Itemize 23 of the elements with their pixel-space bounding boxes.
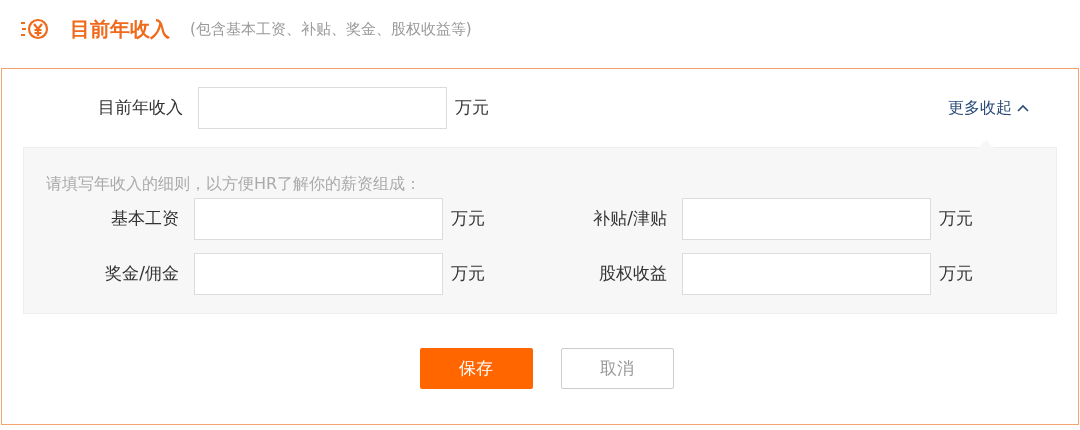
input-field[interactable]	[194, 253, 443, 295]
input-field[interactable]	[682, 253, 931, 295]
input-field[interactable]	[194, 198, 443, 240]
unit-label: 万元	[451, 262, 485, 286]
field-label: 补贴/津贴	[592, 207, 667, 231]
field-label: 基本工资	[110, 207, 179, 231]
unit-label: 万元	[939, 262, 973, 286]
unit-label: 万元	[451, 207, 485, 231]
chevron-up-icon	[1016, 103, 1030, 113]
field-label: 目前年收入	[97, 96, 183, 120]
cancel-button[interactable]: 取消	[560, 348, 674, 389]
input-field[interactable]	[198, 87, 447, 129]
money-icon	[20, 17, 50, 41]
section-subtitle: (包含基本工资、补贴、奖金、股权收益等)	[190, 18, 472, 40]
unit-label: 万元	[455, 96, 489, 120]
details-hint: 请填写年收入的细则，以方便HR了解你的薪资组成：	[46, 173, 423, 195]
unit-label: 万元	[939, 207, 973, 231]
input-field[interactable]	[682, 198, 931, 240]
field-label: 奖金/佣金	[104, 262, 179, 286]
field-label: 股权收益	[598, 262, 667, 286]
section-title: 目前年收入	[70, 16, 170, 43]
save-button[interactable]: 保存	[419, 348, 533, 389]
collapse-toggle[interactable]: 更多收起	[948, 96, 1030, 120]
